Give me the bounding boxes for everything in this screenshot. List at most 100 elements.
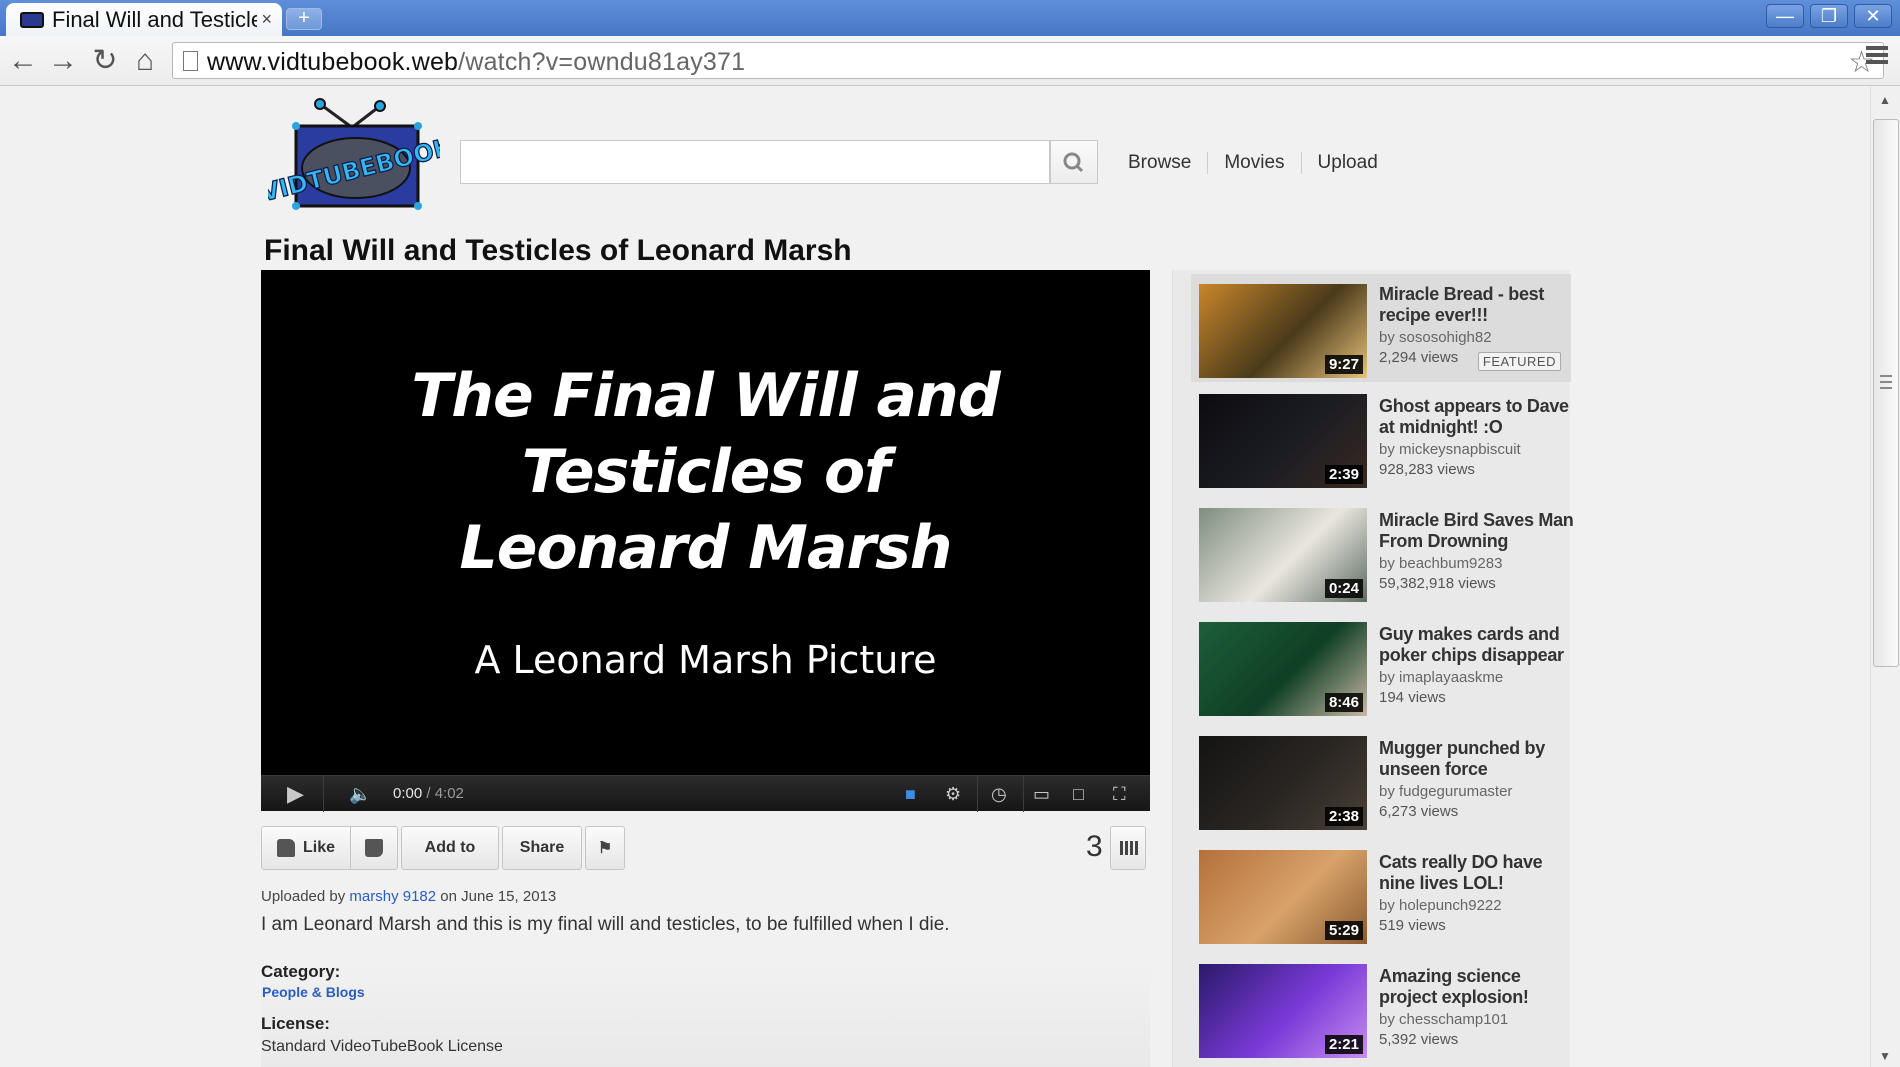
recommended-author: by fudgegurumaster [1379,783,1513,800]
address-bar[interactable]: www.vidtubebook.web/watch?v=owndu81ay371… [172,42,1884,79]
share-button[interactable]: Share [502,826,582,870]
video-duration: 2:39 [1324,465,1363,484]
search-icon [1063,152,1084,173]
small-player-icon[interactable]: ▭ [1033,782,1050,806]
header-nav: Browse Movies Upload [1112,152,1394,174]
recommended-title[interactable]: Cats really DO have nine lives LOL! [1379,852,1579,894]
video-description: I am Leonard Marsh and this is my final … [261,914,950,935]
video-actions: Like Add to Share ⚑ [261,826,625,870]
recommended-author: by chesschamp101 [1379,1011,1509,1028]
uploader-link[interactable]: marshy 9182 [349,888,436,905]
video-thumbnail[interactable]: 5:29 [1199,850,1367,944]
recommended-video[interactable]: 0:24 Miracle Bird Saves Man From Drowning… [1199,502,1574,602]
volume-icon[interactable]: 🔈 [349,782,371,806]
recommended-author: by holepunch9222 [1379,897,1502,914]
scroll-grip-icon [1880,375,1892,389]
video-thumbnail[interactable]: 2:21 [1199,964,1367,1058]
scroll-down-arrow-icon[interactable]: ▼ [1879,1049,1891,1063]
new-tab-button[interactable]: + [286,8,322,30]
tab-close-icon[interactable]: × [261,9,272,30]
recommended-title[interactable]: Miracle Bird Saves Man From Drowning [1379,510,1579,552]
recommended-views: 5,392 views [1379,1031,1459,1048]
recommended-title[interactable]: Mugger punched by unseen force [1379,738,1579,780]
bar-chart-icon [1120,841,1138,855]
nav-browse[interactable]: Browse [1112,152,1209,174]
scroll-thumb[interactable] [1873,119,1899,667]
video-duration: 9:27 [1324,355,1363,374]
back-arrow-icon[interactable]: ← [6,44,40,78]
add-to-button[interactable]: Add to [401,826,499,870]
video-thumbnail[interactable]: 8:46 [1199,622,1367,716]
scroll-up-arrow-icon[interactable]: ▲ [1879,93,1891,107]
recommended-video[interactable]: 2:21 Amazing science project explosion! by… [1199,958,1571,1058]
recommended-video[interactable]: 5:29 Cats really DO have nine lives LOL! b… [1199,844,1571,944]
category-link[interactable]: People & Blogs [262,984,365,1000]
play-icon[interactable]: ▶ [287,782,304,806]
nav-movies[interactable]: Movies [1208,152,1302,174]
featured-badge: FEATURED [1477,352,1561,371]
upload-info: Uploaded by marshy 9182 on June 15, 2013 [261,888,557,905]
video-screen[interactable]: The Final Will and Testicles of Leonard … [261,270,1150,775]
forward-arrow-icon[interactable]: → [46,44,80,78]
fullscreen-icon[interactable]: ⛶ [1113,782,1126,806]
recommended-video[interactable]: 2:39 Ghost appears to Dave at midnight! :… [1199,388,1571,488]
video-thumbnail[interactable]: 2:38 [1199,736,1367,830]
minimize-button[interactable]: — [1766,4,1804,28]
page-scrollbar[interactable]: ▲ ▼ [1870,87,1900,1067]
reload-icon[interactable]: ↻ [88,44,122,78]
video-thumbnail[interactable]: 2:39 [1199,394,1367,488]
recommended-video[interactable]: 2:38 Mugger punched by unseen force by fud… [1199,730,1571,830]
recommended-views: 519 views [1379,917,1446,934]
restore-button[interactable]: ❐ [1810,4,1848,28]
recommended-video[interactable]: 8:46 Guy makes cards and poker chips disa… [1199,616,1571,716]
dislike-button[interactable] [351,826,398,870]
stats-button[interactable] [1110,826,1146,870]
site-logo[interactable]: VIDTUBEBOOK [258,96,457,214]
recommended-views: 59,382,918 views [1379,575,1496,592]
license-value: Standard VideoTubeBook License [261,1038,503,1055]
settings-gear-icon[interactable]: ⚙ [945,782,961,806]
recommended-title[interactable]: Miracle Bread - best recipe ever!!! [1379,284,1579,326]
video-subtitle-card: A Leonard Marsh Picture [474,638,937,682]
recommended-title[interactable]: Guy makes cards and poker chips disappea… [1379,624,1579,666]
recommended-author: by imaplayaaskme [1379,669,1504,686]
tab-title: Final Will and Testicle [52,6,258,32]
recommended-author: by beachbum9283 [1379,555,1503,572]
browser-menu-icon[interactable] [1866,46,1888,64]
page-icon [183,51,198,71]
like-button[interactable]: Like [261,826,351,870]
search-button[interactable] [1050,140,1098,184]
thumbs-up-icon [276,839,295,857]
video-meta: Category: People & Blogs License: Standa… [261,962,1150,1067]
recommended-title[interactable]: Amazing science project explosion! [1379,966,1579,1008]
large-player-icon[interactable]: □ [1073,782,1084,806]
flag-button[interactable]: ⚑ [585,826,625,870]
browser-tab[interactable]: Final Will and Testicle × [6,3,282,36]
video-duration: 2:38 [1324,807,1363,826]
home-icon[interactable]: ⌂ [128,44,162,78]
thumbs-down-icon [365,839,383,857]
video-thumbnail[interactable]: 0:24 [1199,508,1367,602]
browser-titlebar: Final Will and Testicle × + — ❐ ✕ [0,0,1900,36]
recommended-views: 194 views [1379,689,1446,706]
recommended-views: 6,273 views [1379,803,1459,820]
close-window-button[interactable]: ✕ [1854,4,1892,28]
browser-toolbar: ← → ↻ ⌂ www.vidtubebook.web/watch?v=ownd… [0,36,1900,86]
recommended-title[interactable]: Ghost appears to Dave at midnight! :O [1379,396,1579,438]
video-duration: 0:24 [1324,579,1363,598]
nav-upload[interactable]: Upload [1302,152,1394,174]
video-thumbnail[interactable]: 9:27 [1199,284,1367,378]
flag-icon: ⚑ [597,840,613,857]
recommended-sidebar: 9:27 Miracle Bread - best recipe ever!!! b… [1172,270,1574,1067]
video-player[interactable]: The Final Will and Testicles of Leonard … [261,270,1150,812]
recommended-author: by sososohigh82 [1379,329,1492,346]
video-duration: 8:46 [1324,693,1363,712]
time-display: 0:00 / 4:02 [393,785,464,802]
captions-icon[interactable]: ■ [905,782,916,806]
url-text: www.vidtubebook.web/watch?v=owndu81ay371 [207,48,746,76]
watch-later-icon[interactable]: ◷ [991,782,1007,806]
player-controls: ▶ 🔈 0:00 / 4:02 ■ ⚙ ◷ ▭ □ ⛶ [261,775,1150,812]
recommended-author: by mickeysnapbiscuit [1379,441,1521,458]
recommended-video[interactable]: 9:27 Miracle Bread - best recipe ever!!! b… [1191,274,1571,382]
search-input[interactable] [460,140,1050,184]
